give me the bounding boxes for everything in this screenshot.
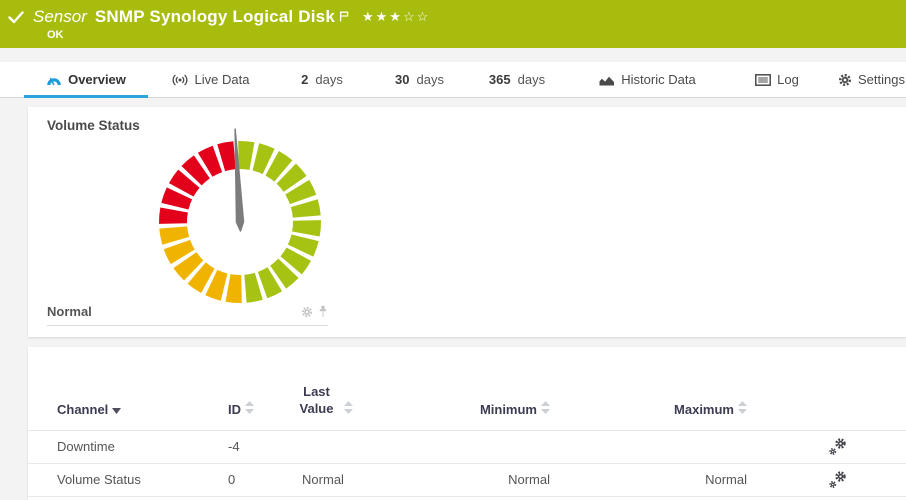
cell-minimum bbox=[378, 430, 550, 463]
gauge-value-label: Normal bbox=[47, 304, 92, 319]
status-badge: OK bbox=[47, 29, 64, 41]
column-header-maximum[interactable]: Maximum bbox=[550, 347, 747, 430]
tab-unit: days bbox=[518, 72, 545, 87]
cell-minimum: Normal bbox=[378, 463, 550, 496]
cell-id: -4 bbox=[228, 430, 268, 463]
sort-both-icon bbox=[344, 401, 353, 417]
table-row[interactable]: Volume Status 0 Normal Normal Normal bbox=[28, 463, 906, 496]
gauge-caption-row: Normal bbox=[47, 304, 328, 326]
tab-label: Live Data bbox=[195, 72, 250, 87]
priority-stars[interactable]: ★★★☆☆ bbox=[362, 9, 430, 25]
tab-num: 2 bbox=[301, 72, 308, 87]
column-header-actions bbox=[747, 347, 906, 430]
tab-historic-data[interactable]: Historic Data bbox=[567, 62, 727, 97]
sort-both-icon bbox=[245, 401, 254, 417]
gauge-icon bbox=[46, 74, 62, 86]
page-title: SNMP Synology Logical Disk bbox=[95, 7, 335, 27]
tab-bar: Overview Live Data 2 days 30 days 365 da… bbox=[0, 62, 906, 98]
gear-icon[interactable] bbox=[301, 306, 313, 318]
tab-settings[interactable]: Settings bbox=[827, 62, 906, 97]
cell-last-value: Normal bbox=[268, 463, 378, 496]
tab-2-days[interactable]: 2 days bbox=[272, 62, 372, 97]
gear-icon bbox=[838, 73, 852, 87]
column-label: Channel bbox=[57, 402, 108, 417]
column-header-last-value[interactable]: Last Value bbox=[268, 347, 378, 430]
channel-settings-icon[interactable] bbox=[828, 471, 848, 486]
table-row[interactable]: Downtime -4 bbox=[28, 430, 906, 463]
tab-30-days[interactable]: 30 days bbox=[372, 62, 467, 97]
column-label: ID bbox=[228, 402, 241, 417]
cell-channel: Downtime bbox=[28, 430, 228, 463]
tab-label: Overview bbox=[68, 72, 126, 87]
panel-title: Volume Status bbox=[47, 118, 140, 133]
tab-365-days[interactable]: 365 days bbox=[467, 62, 567, 97]
channel-table-panel: Channel ID Las bbox=[28, 347, 906, 500]
cell-maximum bbox=[550, 430, 747, 463]
pin-icon[interactable] bbox=[318, 305, 328, 318]
volume-status-panel: Volume Status Normal bbox=[28, 107, 906, 337]
check-icon bbox=[8, 11, 24, 24]
sort-desc-icon bbox=[112, 402, 121, 417]
column-header-channel[interactable]: Channel bbox=[28, 347, 228, 430]
tab-unit: days bbox=[315, 72, 342, 87]
sensor-status-header: Sensor SNMP Synology Logical Disk ★★★☆☆ … bbox=[0, 0, 906, 48]
cell-id: 0 bbox=[228, 463, 268, 496]
column-header-minimum[interactable]: Minimum bbox=[378, 347, 550, 430]
sort-both-icon bbox=[738, 401, 747, 417]
cell-last-value bbox=[268, 430, 378, 463]
column-label: Minimum bbox=[480, 402, 537, 417]
tab-overview[interactable]: Overview bbox=[24, 62, 148, 97]
sensor-kind-label: Sensor bbox=[33, 7, 87, 27]
channel-table: Channel ID Las bbox=[28, 347, 906, 497]
tab-live-data[interactable]: Live Data bbox=[148, 62, 272, 97]
tab-unit: days bbox=[417, 72, 444, 87]
cell-channel: Volume Status bbox=[28, 463, 228, 496]
live-icon bbox=[171, 74, 189, 86]
tab-log[interactable]: Log bbox=[727, 62, 827, 97]
tab-label: Log bbox=[777, 72, 799, 87]
flag-icon[interactable] bbox=[339, 9, 349, 27]
column-label: Last Value bbox=[294, 383, 340, 417]
tab-num: 30 bbox=[395, 72, 409, 87]
sensor-title-row: Sensor SNMP Synology Logical Disk ★★★☆☆ bbox=[0, 0, 906, 27]
column-label: Maximum bbox=[674, 402, 734, 417]
tab-label: Settings bbox=[858, 72, 905, 87]
chart-icon bbox=[598, 73, 615, 87]
cell-maximum: Normal bbox=[550, 463, 747, 496]
tab-num: 365 bbox=[489, 72, 511, 87]
sort-both-icon bbox=[541, 401, 550, 417]
channel-settings-icon[interactable] bbox=[828, 438, 848, 453]
log-icon bbox=[755, 74, 771, 86]
column-header-id[interactable]: ID bbox=[228, 347, 268, 430]
tab-label: Historic Data bbox=[621, 72, 695, 87]
volume-gauge bbox=[140, 122, 340, 322]
